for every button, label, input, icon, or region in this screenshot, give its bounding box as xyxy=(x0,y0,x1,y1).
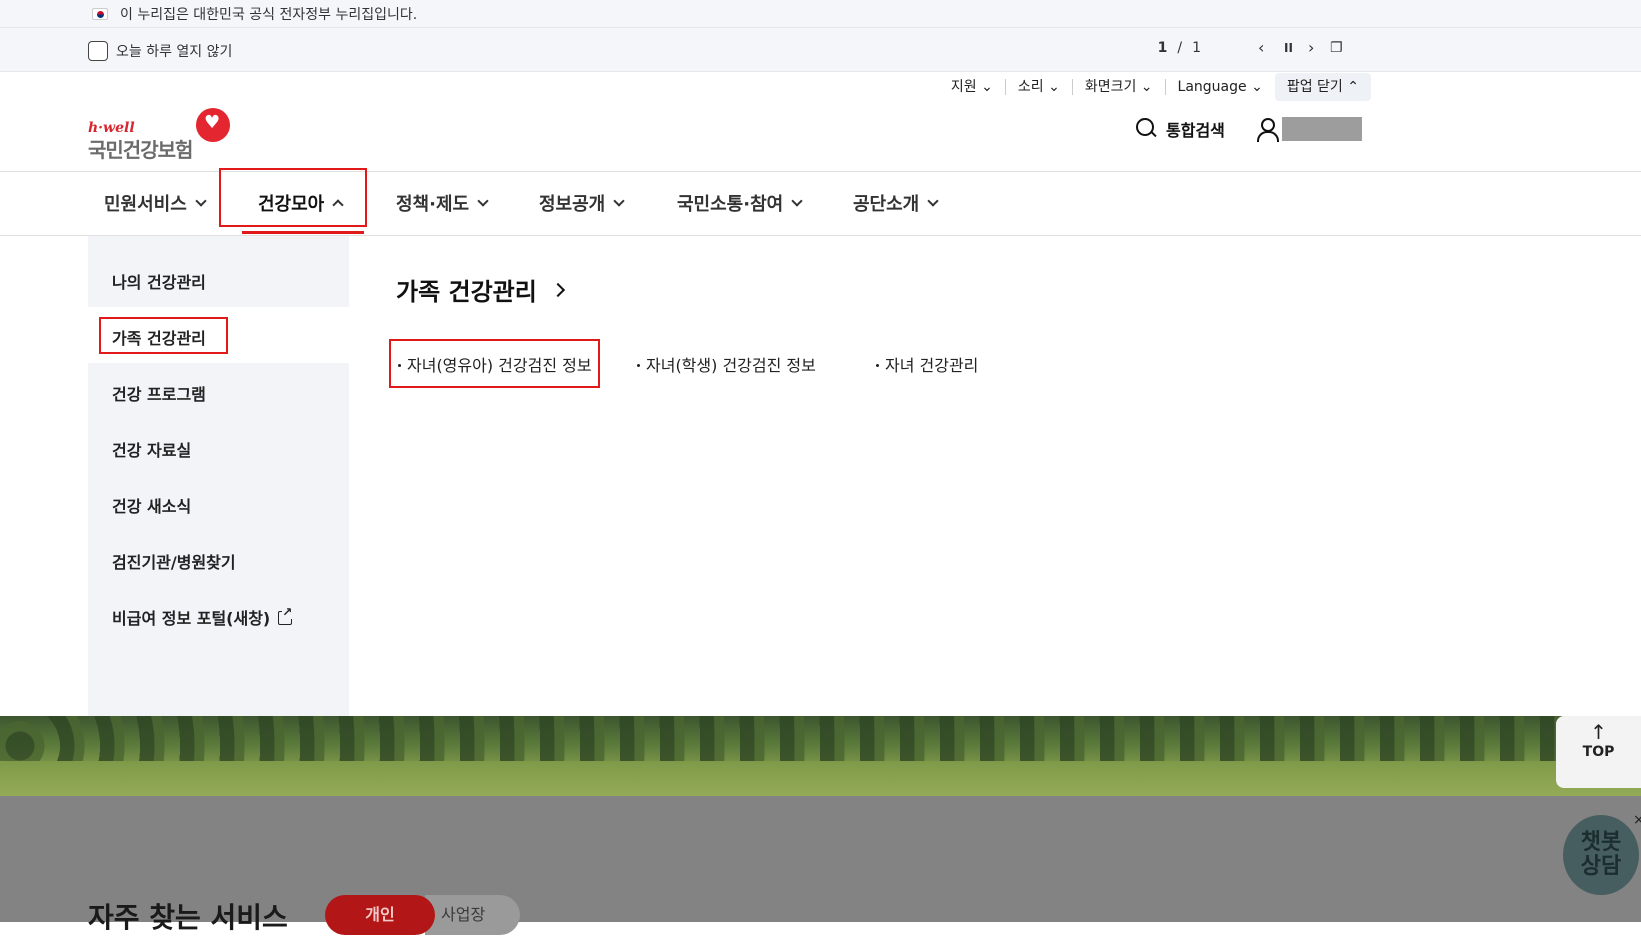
popup-window-icon[interactable]: ❐ xyxy=(1330,40,1343,56)
user-menu[interactable] xyxy=(1256,117,1362,142)
pager-total: 1 xyxy=(1192,40,1201,56)
chevron-down-icon xyxy=(791,195,803,207)
util-screen-size[interactable]: 화면크기 ⌄ xyxy=(1073,79,1166,95)
logo-name: 국민건강보험 xyxy=(88,138,193,162)
korea-flag-icon xyxy=(92,7,108,20)
popup-bar: 오늘 하루 열지 않기 1 / 1 ‹ II › ❐ xyxy=(0,28,1641,72)
chevron-right-icon xyxy=(550,282,565,297)
gnb-item-info-disclosure[interactable]: 정보공개 xyxy=(539,190,625,216)
dont-open-today-checkbox[interactable] xyxy=(88,41,108,61)
banner-grass xyxy=(0,761,1641,796)
frequent-services-title: 자주 찾는 서비스 xyxy=(88,901,288,934)
top-label: TOP xyxy=(1582,744,1615,760)
dont-open-today[interactable]: 오늘 하루 열지 않기 xyxy=(88,41,232,61)
prev-icon[interactable]: ‹ xyxy=(1258,38,1264,57)
chevron-down-icon xyxy=(927,195,939,207)
gnb-item-civil-service[interactable]: 민원서비스 xyxy=(104,190,207,216)
chatbot-line1: 챗봇 xyxy=(1580,830,1622,855)
pager-current: 1 xyxy=(1157,40,1168,56)
utility-menu: 지원 ⌄ 소리 ⌄ 화면크기 ⌄ Language ⌄ 팝업 닫기 ⌃ xyxy=(939,72,1371,102)
sidebar-item-my-health[interactable]: 나의 건강관리 xyxy=(112,269,206,293)
section-title[interactable]: 가족 건강관리 xyxy=(396,272,565,307)
masked-user-name xyxy=(1282,117,1362,141)
highlight-box-link xyxy=(389,339,600,388)
chatbot-close-icon[interactable]: × xyxy=(1633,812,1641,828)
sidebar-item-health-program[interactable]: 건강 프로그램 xyxy=(112,381,206,405)
tab-personal[interactable]: 개인 xyxy=(325,895,435,935)
bullet-icon xyxy=(637,364,640,367)
sidebar-item-health-library[interactable]: 건강 자료실 xyxy=(112,437,191,461)
pause-icon[interactable]: II xyxy=(1284,41,1293,55)
landscape-banner-image xyxy=(0,716,1641,796)
heart-logo-icon xyxy=(196,108,230,142)
integrated-search-button[interactable]: 통합검색 xyxy=(1136,117,1225,141)
active-tab-underline xyxy=(242,231,364,234)
tab-business[interactable]: 사업장 xyxy=(425,895,520,935)
scroll-top-button[interactable]: ↑ TOP xyxy=(1556,716,1641,788)
util-language[interactable]: Language ⌄ xyxy=(1166,79,1275,95)
chevron-down-icon xyxy=(195,195,207,207)
next-icon[interactable]: › xyxy=(1308,38,1314,57)
gnb-item-about[interactable]: 공단소개 xyxy=(853,190,939,216)
popup-pager: 1 / 1 xyxy=(1158,40,1201,56)
gov-official-banner: 이 누리집은 대한민국 공식 전자정부 누리집입니다. xyxy=(0,0,1641,28)
sidebar: 나의 건강관리 가족 건강관리 건강 프로그램 건강 자료실 건강 새소식 검진… xyxy=(88,236,349,716)
sidebar-item-find-hospital[interactable]: 검진기관/병원찾기 xyxy=(112,549,236,573)
highlight-box-gnb xyxy=(219,168,367,227)
external-link-icon xyxy=(278,605,293,625)
util-sound[interactable]: 소리 ⌄ xyxy=(1006,79,1073,95)
pager-separator: / xyxy=(1177,40,1183,56)
util-support[interactable]: 지원 ⌄ xyxy=(939,79,1006,95)
gov-banner-text: 이 누리집은 대한민국 공식 전자정부 누리집입니다. xyxy=(120,6,418,23)
link-child-student-checkup[interactable]: 자녀(학생) 건강검진 정보 xyxy=(637,352,816,376)
gnb-item-policy[interactable]: 정책·제도 xyxy=(396,190,489,216)
link-child-health-care[interactable]: 자녀 건강관리 xyxy=(876,352,978,376)
dont-open-today-label: 오늘 하루 열지 않기 xyxy=(116,44,233,60)
sidebar-item-health-news[interactable]: 건강 새소식 xyxy=(112,493,191,517)
search-label: 통합검색 xyxy=(1166,121,1225,140)
chevron-down-icon xyxy=(613,195,625,207)
highlight-box-sidebar xyxy=(99,317,228,354)
chevron-down-icon xyxy=(477,195,489,207)
arrow-up-icon: ↑ xyxy=(1590,720,1607,744)
chatbot-button[interactable]: 챗봇 상담 xyxy=(1563,815,1639,895)
gnb-item-communication[interactable]: 국민소통·참여 xyxy=(677,190,803,216)
popup-close-button[interactable]: 팝업 닫기 ⌃ xyxy=(1274,73,1371,101)
user-icon xyxy=(1256,118,1279,142)
bullet-icon xyxy=(876,364,879,367)
chatbot-line2: 상담 xyxy=(1580,854,1622,879)
sidebar-item-noncovered-portal[interactable]: 비급여 정보 포털(새창) xyxy=(112,605,293,629)
search-icon xyxy=(1136,118,1158,140)
nhis-logo[interactable]: h·well 국민건강보험 xyxy=(88,108,230,162)
banner-trees xyxy=(0,716,1641,761)
